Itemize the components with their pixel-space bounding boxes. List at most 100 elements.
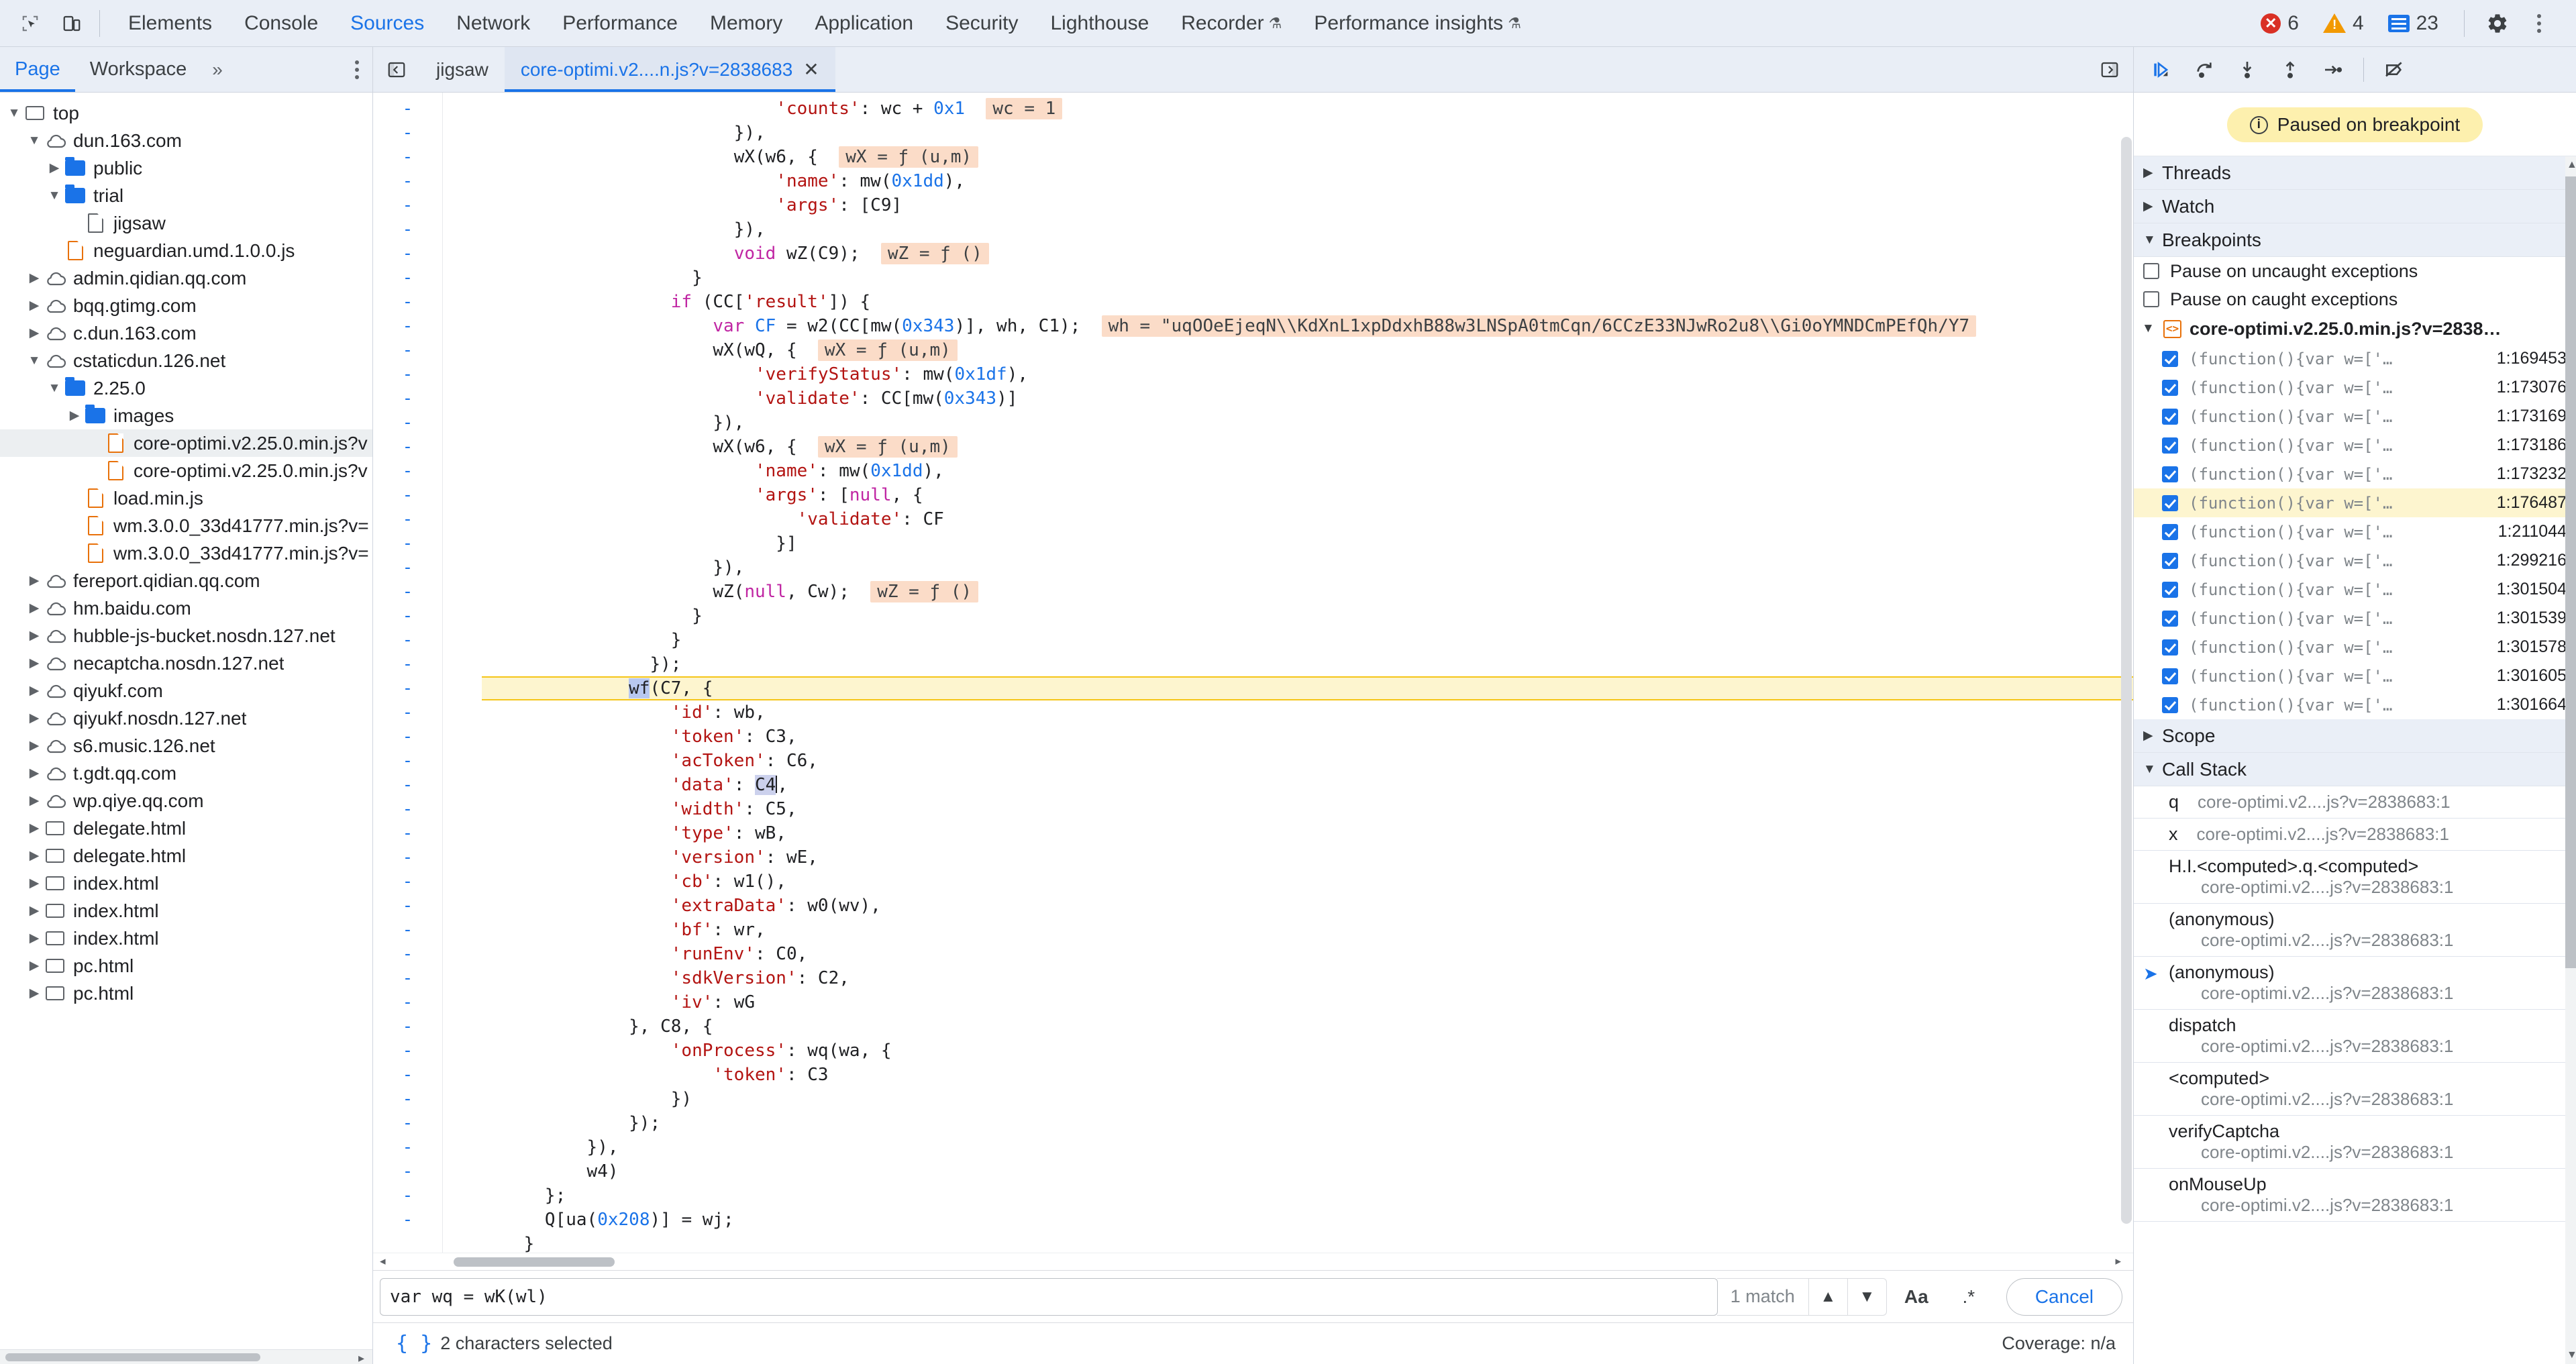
code-line[interactable]: };	[482, 1184, 2133, 1208]
call-stack-frame[interactable]: x core-optimi.v2....js?v=2838683:1	[2134, 819, 2576, 851]
code-line[interactable]: 'acToken': C6,	[482, 749, 2133, 773]
code-line[interactable]: });	[482, 1111, 2133, 1135]
chevron-right-icon[interactable]: ▶	[25, 877, 43, 890]
code-line[interactable]: 'runEnv': C0,	[482, 942, 2133, 966]
gutter-line-mark[interactable]: -	[373, 242, 442, 266]
tab-lighthouse[interactable]: Lighthouse	[1034, 0, 1165, 46]
gutter-line-mark[interactable]: -	[373, 725, 442, 749]
tree-item-cstaticdun.126.net[interactable]: ▼ cstaticdun.126.net	[0, 347, 372, 374]
chevron-right-icon[interactable]: ▶	[25, 904, 43, 917]
tree-item-public[interactable]: ▶ public	[0, 154, 372, 182]
tree-item-pc.html[interactable]: ▶ pc.html	[0, 952, 372, 980]
tree-item-trial[interactable]: ▼ trial	[0, 182, 372, 209]
code-line[interactable]: 'width': C5,	[482, 797, 2133, 821]
breakpoint-item[interactable]: (function(){var w=['… 1:173169	[2134, 402, 2576, 431]
debugger-section-threads[interactable]: ▶ Threads	[2134, 156, 2576, 190]
navigator-horizontal-scrollbar[interactable]: ▸	[0, 1349, 372, 1364]
breakpoint-checkbox[interactable]	[2162, 696, 2178, 713]
gutter-line-mark[interactable]: -	[373, 749, 442, 773]
tree-item-jigsaw[interactable]: jigsaw	[0, 209, 372, 237]
scroll-left-arrow-icon[interactable]: ◂	[380, 1255, 386, 1268]
tree-item-fereport.qidian.qq.com[interactable]: ▶ fereport.qidian.qq.com	[0, 567, 372, 594]
collapse-sidebar-icon[interactable]	[373, 47, 420, 92]
gutter-line-mark[interactable]: -	[373, 362, 442, 386]
code-line[interactable]: })	[482, 1087, 2133, 1111]
tree-item-hubble-js-bucket.nosdn.127.net[interactable]: ▶ hubble-js-bucket.nosdn.127.net	[0, 622, 372, 649]
code-line[interactable]: }),	[482, 556, 2133, 580]
gutter-line-mark[interactable]: -	[373, 217, 442, 242]
gear-icon[interactable]	[2477, 4, 2518, 43]
tab-performance-insights[interactable]: Performance insights ⚗	[1298, 0, 1537, 46]
chevron-right-icon[interactable]: ▶	[25, 602, 43, 615]
breakpoint-item[interactable]: (function(){var w=['… 1:173186	[2134, 431, 2576, 460]
gutter-line-mark[interactable]: -	[373, 1184, 442, 1208]
code-line[interactable]: 'iv': wG	[482, 990, 2133, 1014]
chevron-right-icon[interactable]: ▶	[25, 657, 43, 670]
breakpoint-item[interactable]: (function(){var w=['… 1:176487	[2134, 488, 2576, 517]
call-stack-frame[interactable]: <computed> core-optimi.v2....js?v=2838683…	[2134, 1063, 2576, 1116]
scroll-right-arrow-icon[interactable]: ▸	[358, 1351, 364, 1364]
tab-elements[interactable]: Elements	[112, 0, 228, 46]
editor-tab-core-optimi[interactable]: core-optimi.v2....n.js?v=2838683 ✕	[504, 47, 835, 92]
scroll-right-arrow-icon[interactable]: ▸	[2115, 1255, 2121, 1268]
code-line[interactable]: }	[482, 1232, 2133, 1253]
gutter-line-mark[interactable]: -	[373, 1039, 442, 1063]
editor-vertical-scrollbar[interactable]	[2121, 97, 2132, 1253]
tab-memory[interactable]: Memory	[694, 0, 798, 46]
call-stack-frame[interactable]: verifyCaptcha core-optimi.v2....js?v=2838…	[2134, 1116, 2576, 1169]
tab-security[interactable]: Security	[929, 0, 1034, 46]
debugger-section-watch[interactable]: ▶ Watch	[2134, 190, 2576, 223]
chevron-down-icon[interactable]: ▼	[2142, 321, 2161, 336]
tree-item-qiyukf.com[interactable]: ▶ qiyukf.com	[0, 677, 372, 704]
tree-item-wm.3.0.0-33d41777.min.js-v-2[interactable]: wm.3.0.0_33d41777.min.js?v=2	[0, 539, 372, 567]
search-next-button[interactable]: ▼	[1847, 1278, 1886, 1315]
tab-recorder[interactable]: Recorder ⚗	[1165, 0, 1298, 46]
chevron-right-icon[interactable]: ▶	[25, 712, 43, 725]
breakpoint-item[interactable]: (function(){var w=['… 1:173232	[2134, 460, 2576, 488]
tree-item-neguardian.umd.1.0.0.js[interactable]: neguardian.umd.1.0.0.js	[0, 237, 372, 264]
checkbox[interactable]	[2143, 291, 2159, 307]
tree-item-index.html[interactable]: ▶ index.html	[0, 870, 372, 897]
gutter-line-mark[interactable]: -	[373, 483, 442, 507]
chevron-right-icon[interactable]: ▶	[25, 932, 43, 945]
tree-item-necaptcha.nosdn.127.net[interactable]: ▶ necaptcha.nosdn.127.net	[0, 649, 372, 677]
chevron-down-icon[interactable]: ▼	[25, 354, 43, 367]
kebab-menu-icon[interactable]	[2518, 4, 2560, 43]
code-line[interactable]: 'cb': w1(),	[482, 870, 2133, 894]
breakpoint-checkbox[interactable]	[2162, 668, 2178, 684]
editor-tab-jigsaw[interactable]: jigsaw	[420, 47, 505, 92]
code-line[interactable]: wX(wQ, { wX = ƒ (u,m)	[482, 338, 2133, 362]
gutter-line-mark[interactable]: -	[373, 507, 442, 531]
tree-item-index.html[interactable]: ▶ index.html	[0, 925, 372, 952]
gutter-line-mark[interactable]: -	[373, 990, 442, 1014]
step-icon[interactable]	[2314, 52, 2353, 88]
chevron-right-icon[interactable]: ▶	[25, 684, 43, 697]
debugger-vertical-scrollbar[interactable]: ▲ ▼	[2565, 156, 2576, 1364]
editor-horizontal-scrollbar[interactable]: ◂ ▸	[373, 1253, 2133, 1270]
inspect-element-icon[interactable]	[9, 4, 51, 43]
code-line[interactable]: 'validate': CF	[482, 507, 2133, 531]
gutter-line-mark[interactable]: -	[373, 918, 442, 942]
code-line[interactable]: 'args': [C9]	[482, 193, 2133, 217]
scrollbar-thumb[interactable]	[454, 1257, 615, 1267]
chevron-right-icon[interactable]: ▶	[25, 987, 43, 1000]
cancel-button[interactable]: Cancel	[2006, 1277, 2122, 1316]
debugger-section-scope[interactable]: ▶ Scope	[2134, 719, 2576, 753]
gutter-line-mark[interactable]: -	[373, 290, 442, 314]
tree-item-delegate.html[interactable]: ▶ delegate.html	[0, 815, 372, 842]
scrollbar-thumb[interactable]	[2121, 137, 2132, 1224]
code-line[interactable]: }, C8, {	[482, 1014, 2133, 1039]
gutter-line-mark[interactable]: -	[373, 1014, 442, 1039]
gutter-line-mark[interactable]: -	[373, 97, 442, 121]
tree-item-t.gdt.qq.com[interactable]: ▶ t.gdt.qq.com	[0, 759, 372, 787]
breakpoint-checkbox[interactable]	[2162, 466, 2178, 482]
breakpoint-item[interactable]: (function(){var w=['… 1:301504	[2134, 575, 2576, 604]
call-stack-frame[interactable]: dispatch core-optimi.v2....js?v=2838683:1	[2134, 1010, 2576, 1063]
breakpoint-item[interactable]: (function(){var w=['… 1:301578	[2134, 633, 2576, 662]
code-line[interactable]: void wZ(C9); wZ = ƒ ()	[482, 242, 2133, 266]
code-line[interactable]: wX(w6, { wX = ƒ (u,m)	[482, 145, 2133, 169]
chevron-down-icon[interactable]: ▼	[46, 382, 63, 395]
tree-item-index.html[interactable]: ▶ index.html	[0, 897, 372, 925]
gutter-line-mark[interactable]: -	[373, 942, 442, 966]
breakpoint-checkbox[interactable]	[2162, 581, 2178, 598]
